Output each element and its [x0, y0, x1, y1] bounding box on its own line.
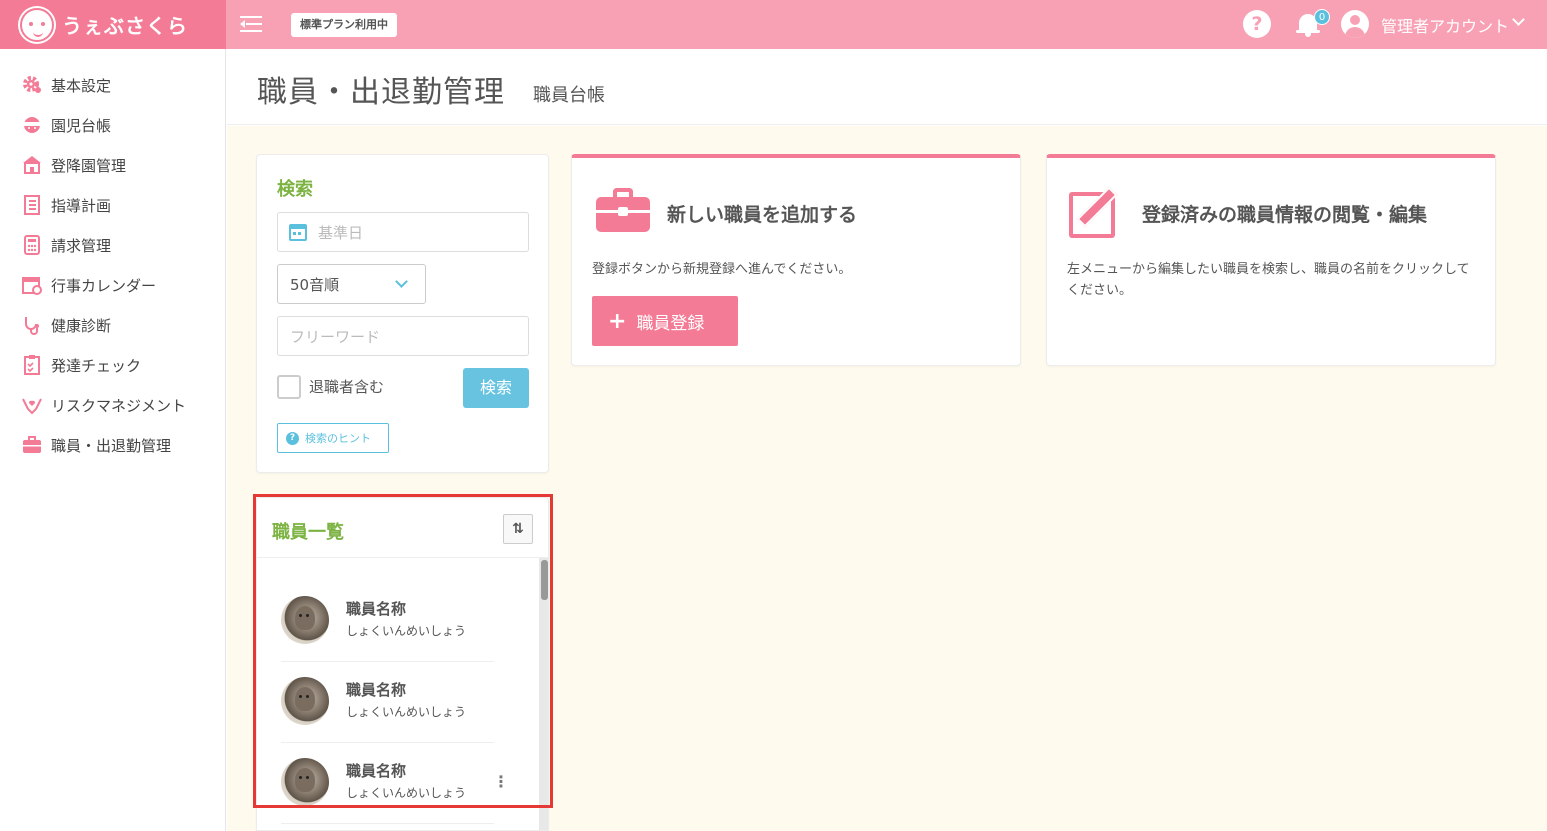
stethoscope-icon: [25, 317, 39, 335]
search-hint-button[interactable]: ? 検索のヒント: [277, 423, 389, 453]
edit-icon: [1069, 184, 1127, 238]
order-select-value: 50音順: [290, 275, 340, 294]
base-date-placeholder: 基準日: [318, 223, 364, 242]
sidebar-item-label: 請求管理: [51, 236, 112, 255]
gear-icon: [23, 76, 41, 93]
order-select[interactable]: 50音順: [277, 264, 426, 304]
user-avatar-icon[interactable]: [1341, 10, 1369, 38]
sidebar-item-label: 基本設定: [51, 76, 112, 95]
search-panel: 検索 基準日 50音順 フリーワード 退職者含む 検索 ? 検索のヒント: [256, 154, 549, 473]
highlight-box: [253, 494, 553, 808]
sidebar-item-label: 登降園管理: [51, 156, 127, 175]
include-retired-checkbox[interactable]: [277, 375, 301, 399]
hands-heart-icon: [22, 398, 42, 415]
base-date-field[interactable]: 基準日: [277, 212, 529, 252]
notification-count-badge: 0: [1314, 9, 1330, 25]
question-icon: ?: [286, 431, 299, 445]
sidebar-item-label: 指導計画: [51, 196, 112, 215]
logo-text: うぇぶさくら: [62, 14, 188, 38]
include-retired-label[interactable]: 退職者含む: [309, 376, 384, 397]
sidebar: 基本設定 園児台帳 登降園管理 指導計画 請求管理 行事カレンダー 健康診断 発…: [0, 49, 226, 831]
logo-face-icon: [20, 7, 54, 42]
logo[interactable]: うぇぶさくら: [0, 0, 226, 49]
child-icon: [24, 117, 40, 133]
plan-badge: 標準プラン利用中: [291, 13, 397, 37]
search-button[interactable]: 検索: [463, 368, 529, 408]
plus-icon: +: [608, 308, 627, 334]
sidebar-item-event-calendar[interactable]: 行事カレンダー: [22, 273, 156, 297]
staff-register-button[interactable]: + 職員登録: [592, 296, 738, 346]
help-icon[interactable]: ?: [1243, 10, 1271, 38]
add-staff-description: 登録ボタンから新規登録へ進んでください。: [592, 262, 852, 277]
sidebar-item-risk-management[interactable]: リスクマネジメント: [22, 393, 186, 417]
page-title: 職員・出退勤管理: [257, 75, 505, 110]
edit-staff-description: 左メニューから編集したい職員を検索し、職員の名前をクリックしてください。: [1067, 262, 1470, 298]
sidebar-item-label: リスクマネジメント: [51, 396, 187, 415]
account-menu[interactable]: 管理者アカウント: [1381, 13, 1509, 37]
page-subtitle: 職員台帳: [533, 85, 605, 106]
notebook-icon: [24, 195, 40, 215]
sidebar-item-development-check[interactable]: 発達チェック: [22, 353, 141, 377]
add-staff-title: 新しい職員を追加する: [667, 204, 858, 226]
sidebar-item-basic-settings[interactable]: 基本設定: [22, 73, 111, 97]
sidebar-item-health-check[interactable]: 健康診断: [22, 313, 111, 337]
sidebar-item-staff-attendance[interactable]: 職員・出退勤管理: [22, 433, 171, 457]
sidebar-item-child-ledger[interactable]: 園児台帳: [22, 113, 111, 137]
sidebar-item-label: 発達チェック: [51, 356, 142, 375]
sidebar-item-attendance[interactable]: 登降園管理: [22, 153, 126, 177]
freeword-input[interactable]: フリーワード: [277, 316, 529, 356]
edit-staff-card: 登録済みの職員情報の閲覧・編集 左メニューから編集したい職員を検索し、職員の名前…: [1046, 154, 1496, 366]
sidebar-item-label: 行事カレンダー: [51, 276, 157, 295]
checklist-icon: [24, 355, 40, 375]
menu-collapse-icon[interactable]: [240, 14, 262, 34]
sidebar-item-billing[interactable]: 請求管理: [22, 233, 111, 257]
freeword-placeholder: フリーワード: [290, 327, 381, 346]
sidebar-item-label: 園児台帳: [51, 116, 112, 135]
search-title: 検索: [277, 179, 313, 200]
add-staff-card: 新しい職員を追加する 登録ボタンから新規登録へ進んでください。 + 職員登録: [571, 154, 1021, 366]
chevron-down-icon[interactable]: [1512, 13, 1525, 26]
edit-staff-title: 登録済みの職員情報の閲覧・編集: [1142, 204, 1428, 226]
briefcase-icon: [23, 436, 41, 453]
search-hint-label: 検索のヒント: [305, 432, 371, 445]
sidebar-item-label: 健康診断: [51, 316, 112, 335]
sidebar-item-guidance-plan[interactable]: 指導計画: [22, 193, 111, 217]
calculator-icon: [24, 235, 40, 255]
calendar-icon: [289, 224, 307, 241]
sidebar-item-label: 職員・出退勤管理: [51, 436, 172, 455]
briefcase-icon: [596, 188, 650, 232]
calendar-icon: [22, 277, 42, 295]
top-bar: うぇぶさくら 標準プラン利用中 ? 0 管理者アカウント: [0, 0, 1547, 49]
chevron-down-icon: [395, 275, 408, 288]
school-icon: [23, 156, 41, 174]
page-header: 職員・出退勤管理 職員台帳: [227, 49, 1547, 125]
staff-register-label: 職員登録: [636, 313, 705, 334]
